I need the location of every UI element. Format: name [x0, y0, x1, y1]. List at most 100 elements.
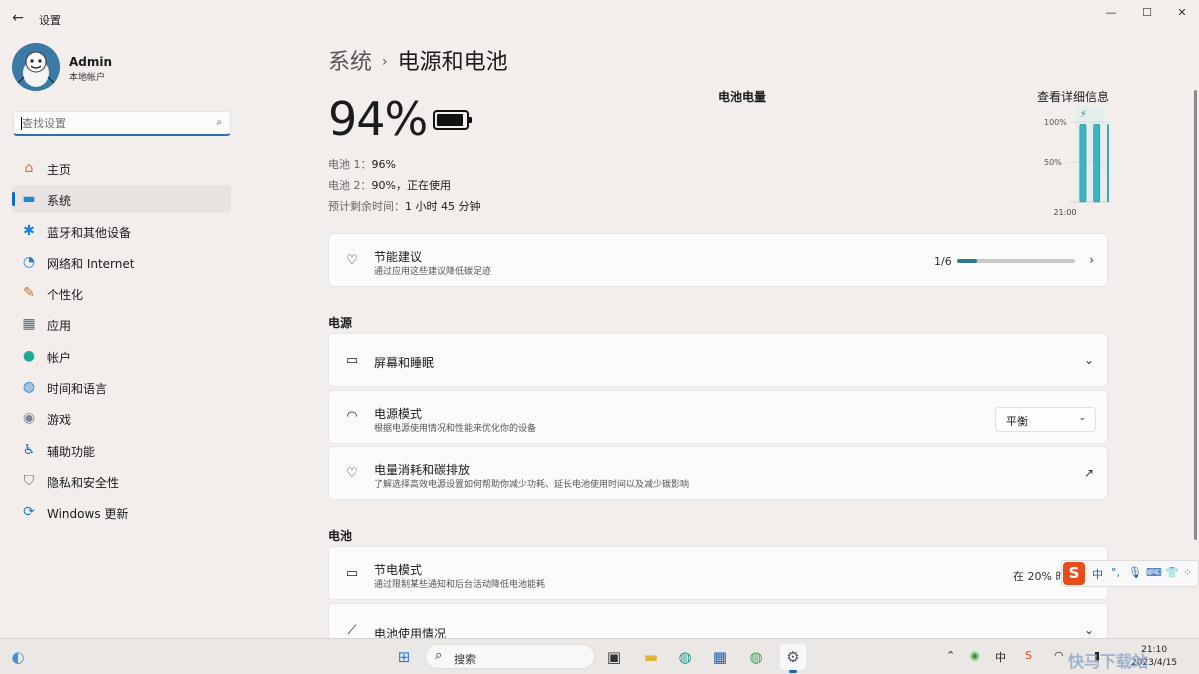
close-button[interactable]: ✕	[1167, 4, 1197, 24]
ime-chinese-mode[interactable]: 中	[1092, 566, 1103, 582]
edge-browser-icon[interactable]: ◍	[672, 644, 698, 670]
sogou-tray-icon[interactable]: S	[1025, 649, 1032, 662]
input-indicator-icon[interactable]: 中	[995, 649, 1006, 665]
sidebar-item-1[interactable]: ▬ 系统	[12, 185, 231, 214]
keyboard-icon[interactable]: ⌨	[1146, 566, 1162, 579]
grid-menu-icon[interactable]: ⁘	[1183, 566, 1192, 579]
widgets-icon[interactable]: ◐	[5, 644, 31, 670]
sidebar-item-0[interactable]: ⌂ 主页	[12, 154, 231, 182]
power-mode-selected: 平衡	[1006, 415, 1028, 428]
sidebar-item-3[interactable]: ◔ 网络和 Internet	[12, 248, 231, 276]
battery-usage-title: 电池使用情况	[374, 627, 447, 638]
main-content: 系统 › 电源和电池 94% 电池 1：96% 电池 2：90%，正在使用 预计剩余…	[328, 0, 1109, 638]
sidebar-item-label: 网络和 Internet	[47, 256, 135, 271]
battery-saver-card[interactable]: ▭ 节电模式 通过限制某些通知和后台活动降低电池能耗 在 20% 时开	[328, 546, 1108, 600]
watermark: 快马下载站	[1068, 652, 1149, 671]
task-view-icon[interactable]: ▣	[601, 644, 627, 670]
power-mode-card: ◠ 电源模式 根据电源使用情况和性能来优化你的设备 平衡 ⌄	[328, 390, 1108, 444]
gamepad-icon: ◉	[22, 410, 36, 427]
chart-svg: 100%50%⚡⚡21:003:009:0015:0021:00	[1044, 106, 1109, 217]
battery-2-row: 电池 2：90%，正在使用	[328, 177, 451, 193]
battery-bar	[1107, 124, 1109, 203]
search-icon: ⌕	[435, 648, 443, 663]
energy-carbon-card[interactable]: ♡ 电量消耗和碳排放 了解选择高效电源设置如何帮助你减少功耗、延长电池使用时间以…	[328, 446, 1108, 500]
battery-saver-icon: ▭	[345, 566, 359, 581]
battery-fill	[437, 114, 464, 126]
sidebar-item-4[interactable]: ✎ 个性化	[12, 279, 231, 307]
scrollbar[interactable]	[1194, 90, 1197, 540]
time-remaining-row: 预计剩余时间：1 小时 45 分钟	[328, 198, 481, 214]
chevron-down-icon: ⌄	[1078, 413, 1086, 423]
breadcrumb-parent[interactable]: 系统	[328, 50, 372, 75]
battery-saver-title: 节电模式	[374, 563, 423, 577]
file-explorer-icon[interactable]: ▬	[638, 644, 664, 670]
search-icon[interactable]: ⌕	[216, 117, 222, 128]
start-button[interactable]: ⊞	[391, 644, 417, 670]
search-input[interactable]	[22, 115, 202, 132]
edge-beta-icon[interactable]: ◍	[743, 644, 769, 670]
skin-icon[interactable]: 👕	[1165, 566, 1179, 579]
sidebar-item-2[interactable]: ✱ 蓝牙和其他设备	[12, 217, 231, 245]
wifi-icon: ◔	[22, 253, 36, 270]
external-link-icon: ↗	[1083, 466, 1094, 480]
accessibility-icon: ♿	[22, 441, 36, 458]
taskbar: ◐ ⊞ ⌕ 搜索 ▣ ▬ ◍ ▦ ◍ ⚙ ⌃ ◉ 中 S ◠ ▮ 21:10 2…	[0, 638, 1199, 674]
chevron-right-icon: ›	[1089, 253, 1094, 267]
settings-app-icon[interactable]: ⚙	[780, 644, 806, 673]
tips-progress-text: 1/6	[934, 255, 952, 268]
sogou-logo[interactable]: S	[1063, 562, 1085, 585]
battery-saver-subtitle: 通过限制某些通知和后台活动降低电池能耗	[374, 580, 546, 590]
brush-icon: ✎	[23, 285, 35, 302]
account-icon: ●	[22, 347, 36, 364]
store-icon[interactable]: ▦	[707, 644, 733, 670]
battery-usage-card[interactable]: ⟋ 电池使用情况 ⌄	[328, 603, 1108, 638]
sidebar-item-label: 应用	[47, 319, 72, 334]
battery-bar	[1093, 124, 1101, 203]
battery-1-row: 电池 1：96%	[328, 156, 396, 172]
battery-1-value: 96%	[371, 158, 396, 171]
energy-subtitle: 了解选择高效电源设置如何帮助你减少功耗、延长电池使用时间以及减少碳影响	[374, 480, 690, 490]
ime-toolbar: S 中 °, 🎙 ⌨ 👕 ⁘	[1061, 560, 1199, 587]
avatar	[12, 43, 60, 91]
speedometer-icon: ◠	[346, 409, 358, 424]
battery-1-label: 电池 1：	[328, 158, 372, 171]
sidebar-item-label: 系统	[47, 194, 72, 209]
tips-subtitle: 通过应用这些建议降低碳足迹	[374, 267, 492, 277]
user-name: Admin	[69, 55, 113, 69]
battery-section-label: 电池	[328, 529, 353, 543]
windows-update-icon: ⟳	[23, 504, 35, 521]
tray-app-icon[interactable]: ◉	[970, 649, 980, 662]
power-mode-dropdown[interactable]: 平衡 ⌄	[995, 407, 1096, 432]
ime-punctuation[interactable]: °,	[1111, 566, 1120, 579]
energy-title: 电量消耗和碳排放	[374, 463, 471, 477]
shield-icon: ⛉	[23, 472, 35, 489]
breadcrumb: 系统 › 电源和电池	[328, 44, 508, 76]
screen-sleep-title: 屏幕和睡眠	[374, 356, 435, 370]
wifi-icon[interactable]: ◠	[1054, 649, 1064, 662]
taskbar-search[interactable]: ⌕ 搜索	[425, 644, 595, 669]
sidebar-item-label: 游戏	[47, 413, 72, 428]
sidebar-item-11[interactable]: ⟳ Windows 更新	[12, 498, 231, 526]
battery-level-chart: 电池电量 查看详细信息 100%50%⚡⚡21:003:009:0015:002…	[717, 86, 1109, 222]
battery-2-label: 电池 2：	[328, 179, 372, 192]
sidebar-item-9[interactable]: ♿ 辅助功能	[12, 436, 231, 464]
screen-sleep-card[interactable]: ▭ 屏幕和睡眠 ⌄	[328, 333, 1108, 387]
x-tick-label: 21:00	[1053, 208, 1076, 217]
app-title: 设置	[39, 14, 61, 27]
sidebar-item-label: Windows 更新	[47, 507, 129, 522]
sidebar-item-7[interactable]: ◍ 时间和语言	[12, 373, 231, 401]
sidebar-item-5[interactable]: ▦ 应用	[12, 310, 231, 338]
energy-tips-card[interactable]: ♡ 节能建议 通过应用这些建议降低碳足迹 1/6 ›	[328, 233, 1108, 287]
bluetooth-icon: ✱	[23, 222, 35, 239]
sidebar-item-8[interactable]: ◉ 游戏	[12, 404, 231, 432]
power-mode-title: 电源模式	[374, 407, 423, 421]
sidebar-item-6[interactable]: ● 帐户	[12, 342, 231, 370]
microphone-icon[interactable]: 🎙	[1128, 566, 1142, 579]
sidebar-item-10[interactable]: ⛉ 隐私和安全性	[12, 467, 231, 495]
settings-search[interactable]: ⌕	[13, 111, 231, 136]
maximize-button[interactable]: ☐	[1132, 4, 1162, 24]
sidebar-item-label: 个性化	[47, 288, 84, 303]
chevron-up-icon[interactable]: ⌃	[946, 649, 955, 662]
sidebar-item-label: 时间和语言	[47, 382, 108, 397]
back-arrow-icon[interactable]: ←	[9, 9, 27, 27]
